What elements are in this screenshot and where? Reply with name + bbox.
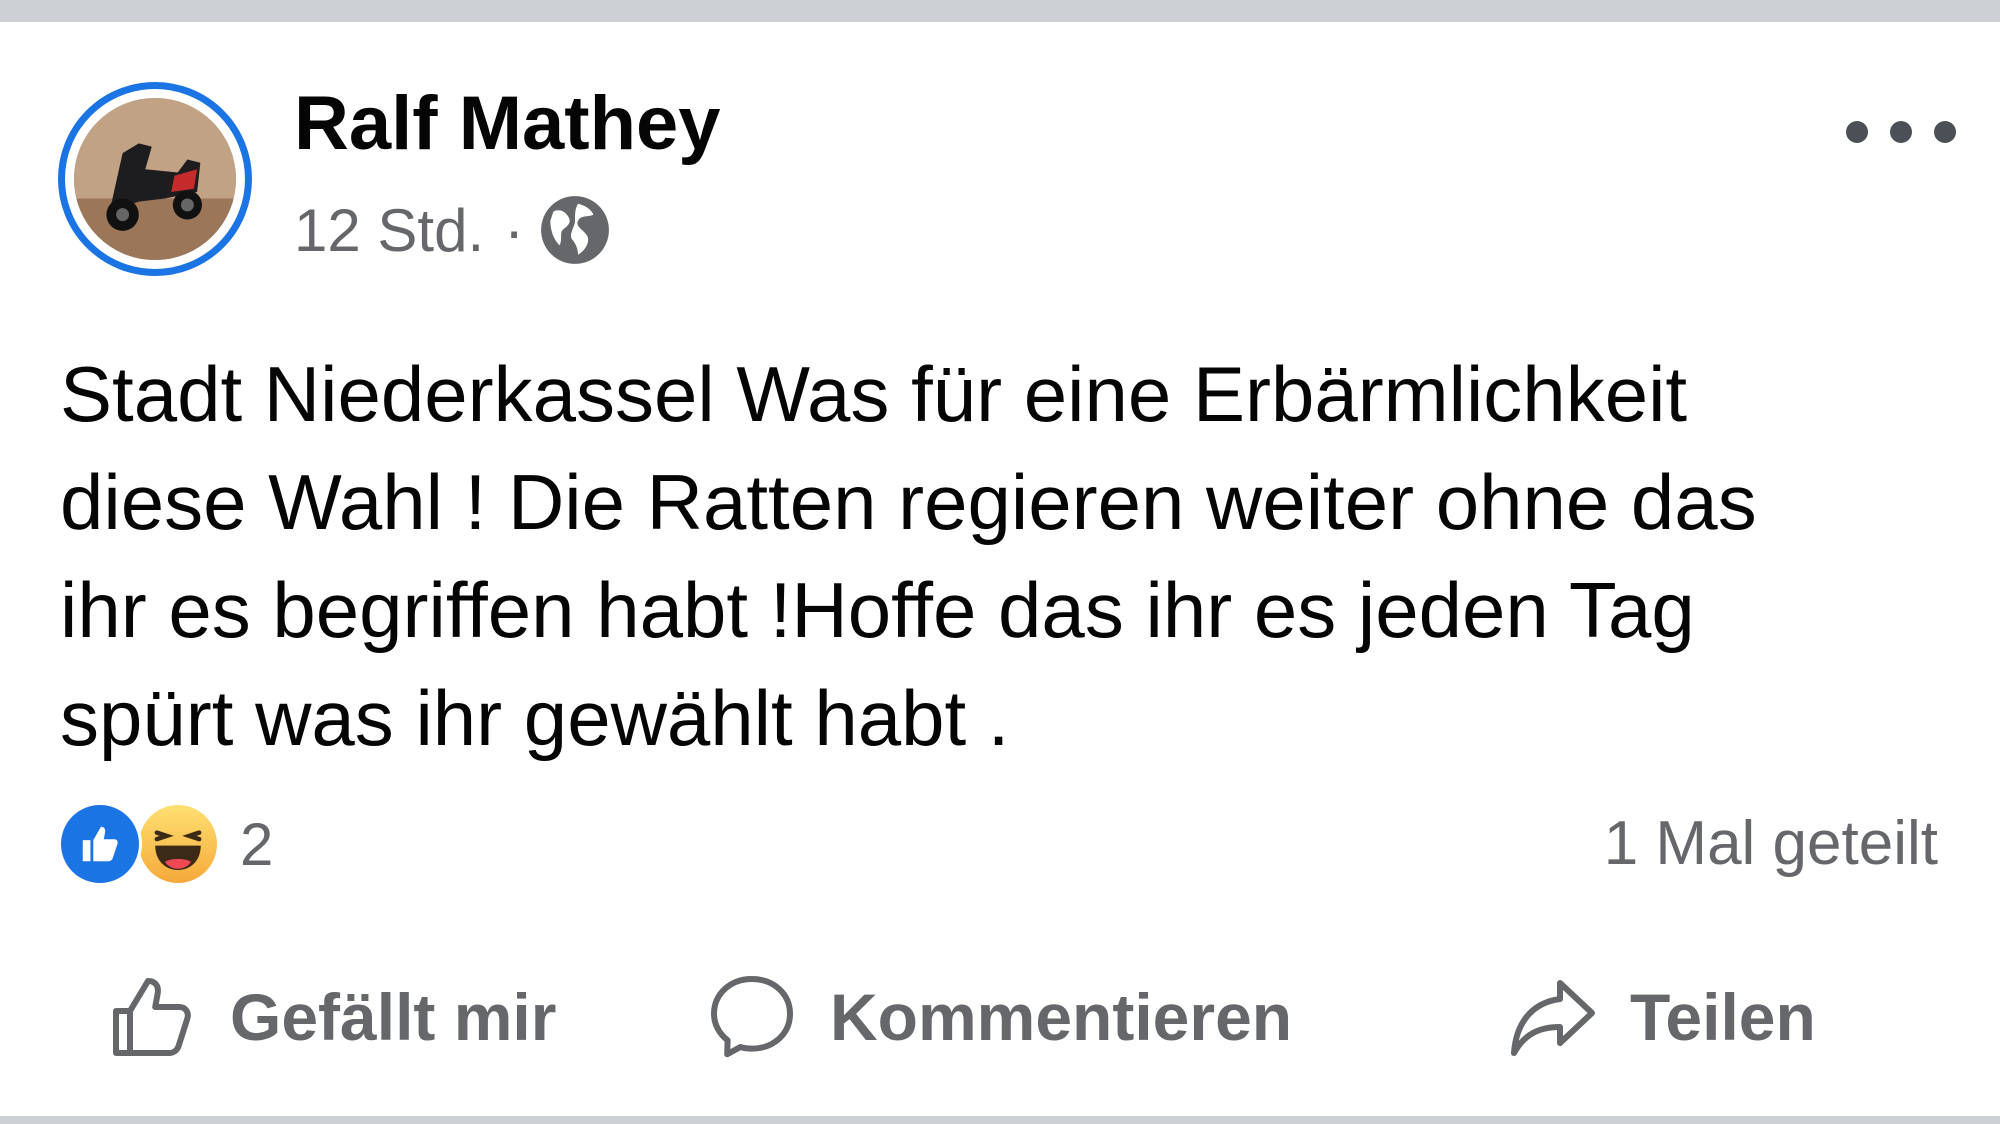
reaction-count: 2 [240,810,274,878]
reactions-summary[interactable]: 2 [58,802,274,886]
like-button[interactable]: Gefällt mir [104,962,556,1072]
bottom-divider [0,1116,2000,1124]
post-text: Stadt Niederkassel Was für eine Erbärmli… [60,350,1757,762]
thumbs-up-icon [113,978,191,1056]
comment-button-label: Kommentieren [830,980,1293,1054]
post-meta: 12 Std. · [294,190,612,270]
comment-button[interactable]: Kommentieren [704,962,1292,1072]
meta-separator: · [504,196,525,264]
comment-bubble-icon [711,976,793,1058]
more-options-icon[interactable] [1846,112,1956,152]
avatar-photo [74,98,236,260]
scooter-photo-icon [74,98,236,260]
share-count[interactable]: 1 Mal geteilt [1604,804,1938,884]
avatar[interactable] [58,82,252,276]
share-button[interactable]: Teilen [1504,962,1816,1072]
like-button-label: Gefällt mir [230,980,557,1054]
like-reaction-icon [58,802,142,886]
top-divider [0,0,2000,22]
share-arrow-icon [1511,980,1595,1056]
author-name[interactable]: Ralf Mathey [294,80,721,167]
share-button-label: Teilen [1630,980,1816,1054]
post-time[interactable]: 12 Std. [294,196,484,265]
globe-icon[interactable] [538,193,612,267]
post-card: Ralf Mathey 12 Std. · Stadt Niederkassel… [0,22,2000,1116]
haha-reaction-icon [136,802,220,886]
